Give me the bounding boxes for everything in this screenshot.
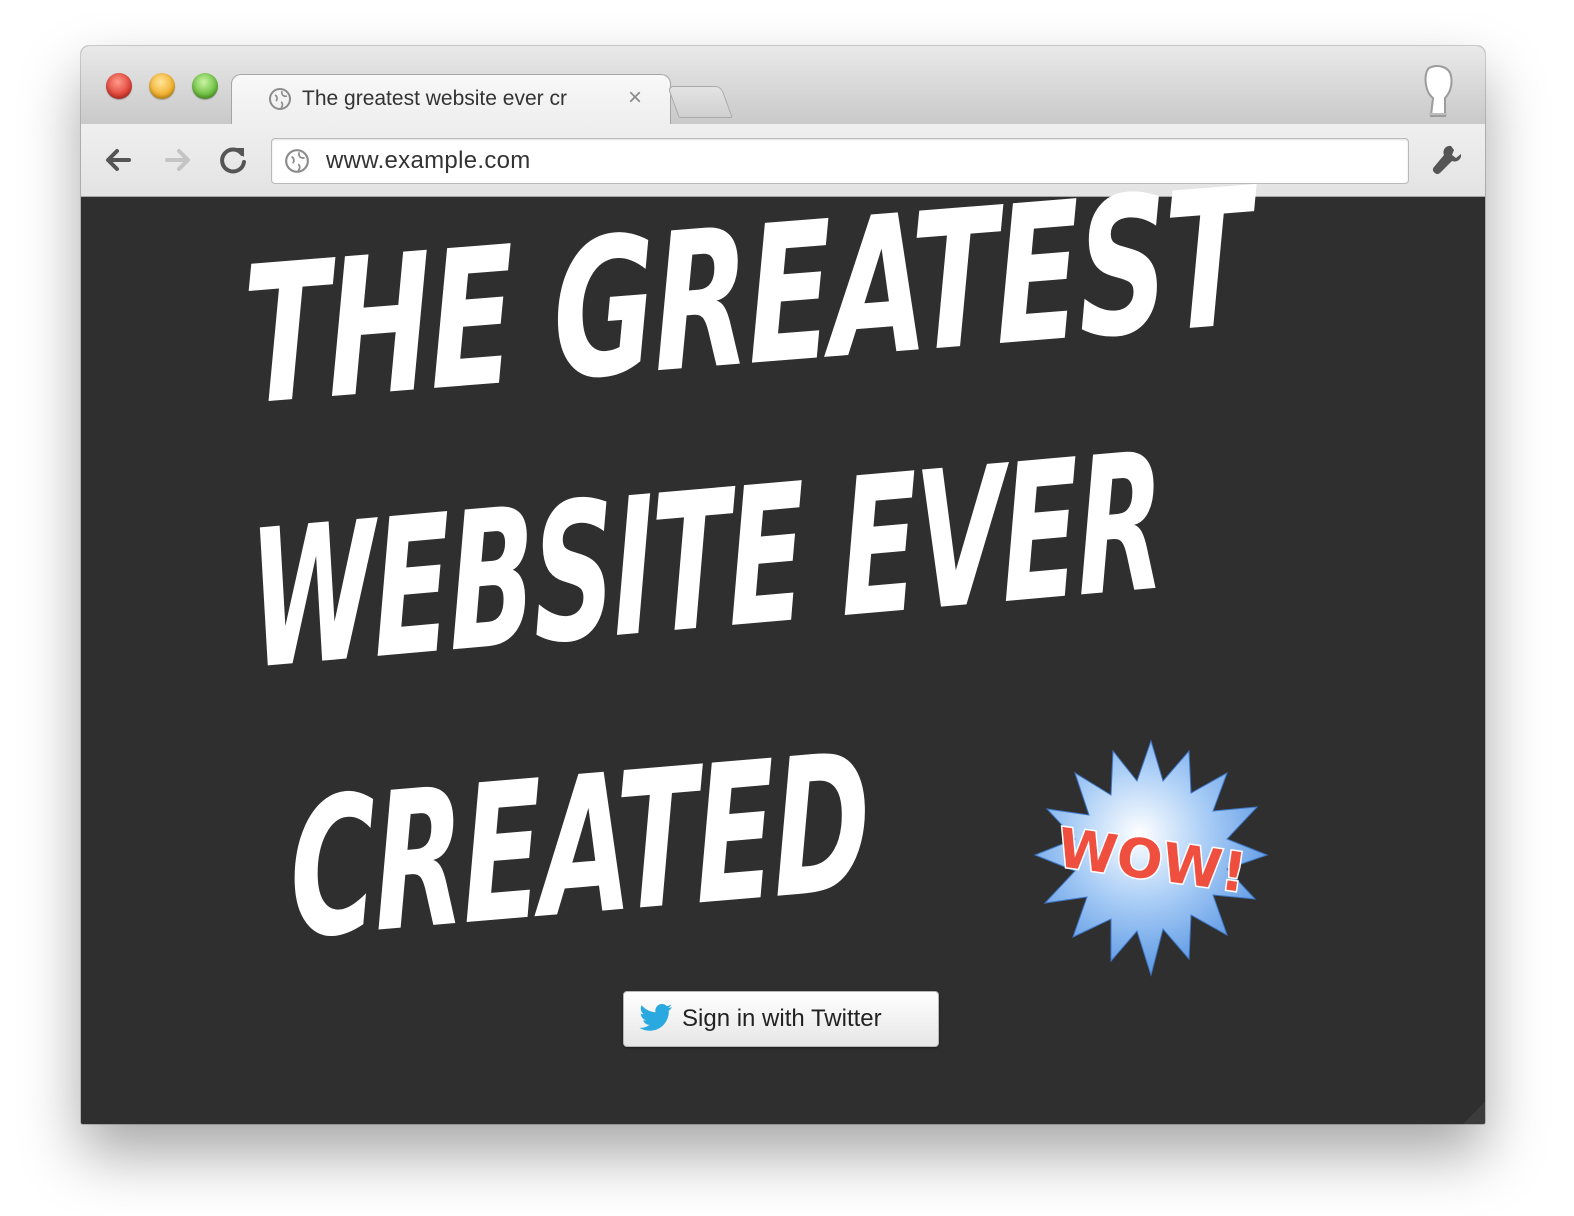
wrench-icon[interactable] [1427,140,1467,180]
minimize-icon[interactable] [149,73,175,99]
new-tab-button[interactable] [667,86,733,118]
screen: The greatest website ever cr × www.examp… [0,0,1574,1216]
close-icon[interactable] [106,73,132,99]
back-arrow-icon[interactable] [99,140,139,180]
headline-line-3: Created [286,712,872,982]
headline-line-1: The Greatest [240,147,1253,448]
tab-title: The greatest website ever cr [302,87,567,110]
tab-active[interactable]: The greatest website ever cr × [231,74,671,127]
wow-starburst-badge: WOW! [1033,739,1269,977]
globe-icon [285,149,309,173]
resize-grip[interactable] [1463,1102,1485,1124]
maximize-icon[interactable] [192,73,218,99]
page-content: The Greatest Website Ever Created WOW! [81,147,1485,1124]
profile-icon[interactable] [1415,64,1461,120]
forward-arrow-icon[interactable] [157,140,197,180]
globe-icon [269,88,291,110]
tab-strip: The greatest website ever cr × [81,46,1485,127]
reload-icon[interactable] [213,140,253,180]
tab-close-icon[interactable]: × [624,84,646,111]
headline-line-2: Website Ever [246,411,1166,712]
url-text[interactable]: www.example.com [326,139,531,183]
browser-window: The greatest website ever cr × www.examp… [81,46,1485,1124]
sign-in-label: Sign in with Twitter [682,1005,882,1032]
sign-in-with-twitter-button[interactable]: Sign in with Twitter [623,991,939,1047]
twitter-bird-icon [639,1004,672,1031]
